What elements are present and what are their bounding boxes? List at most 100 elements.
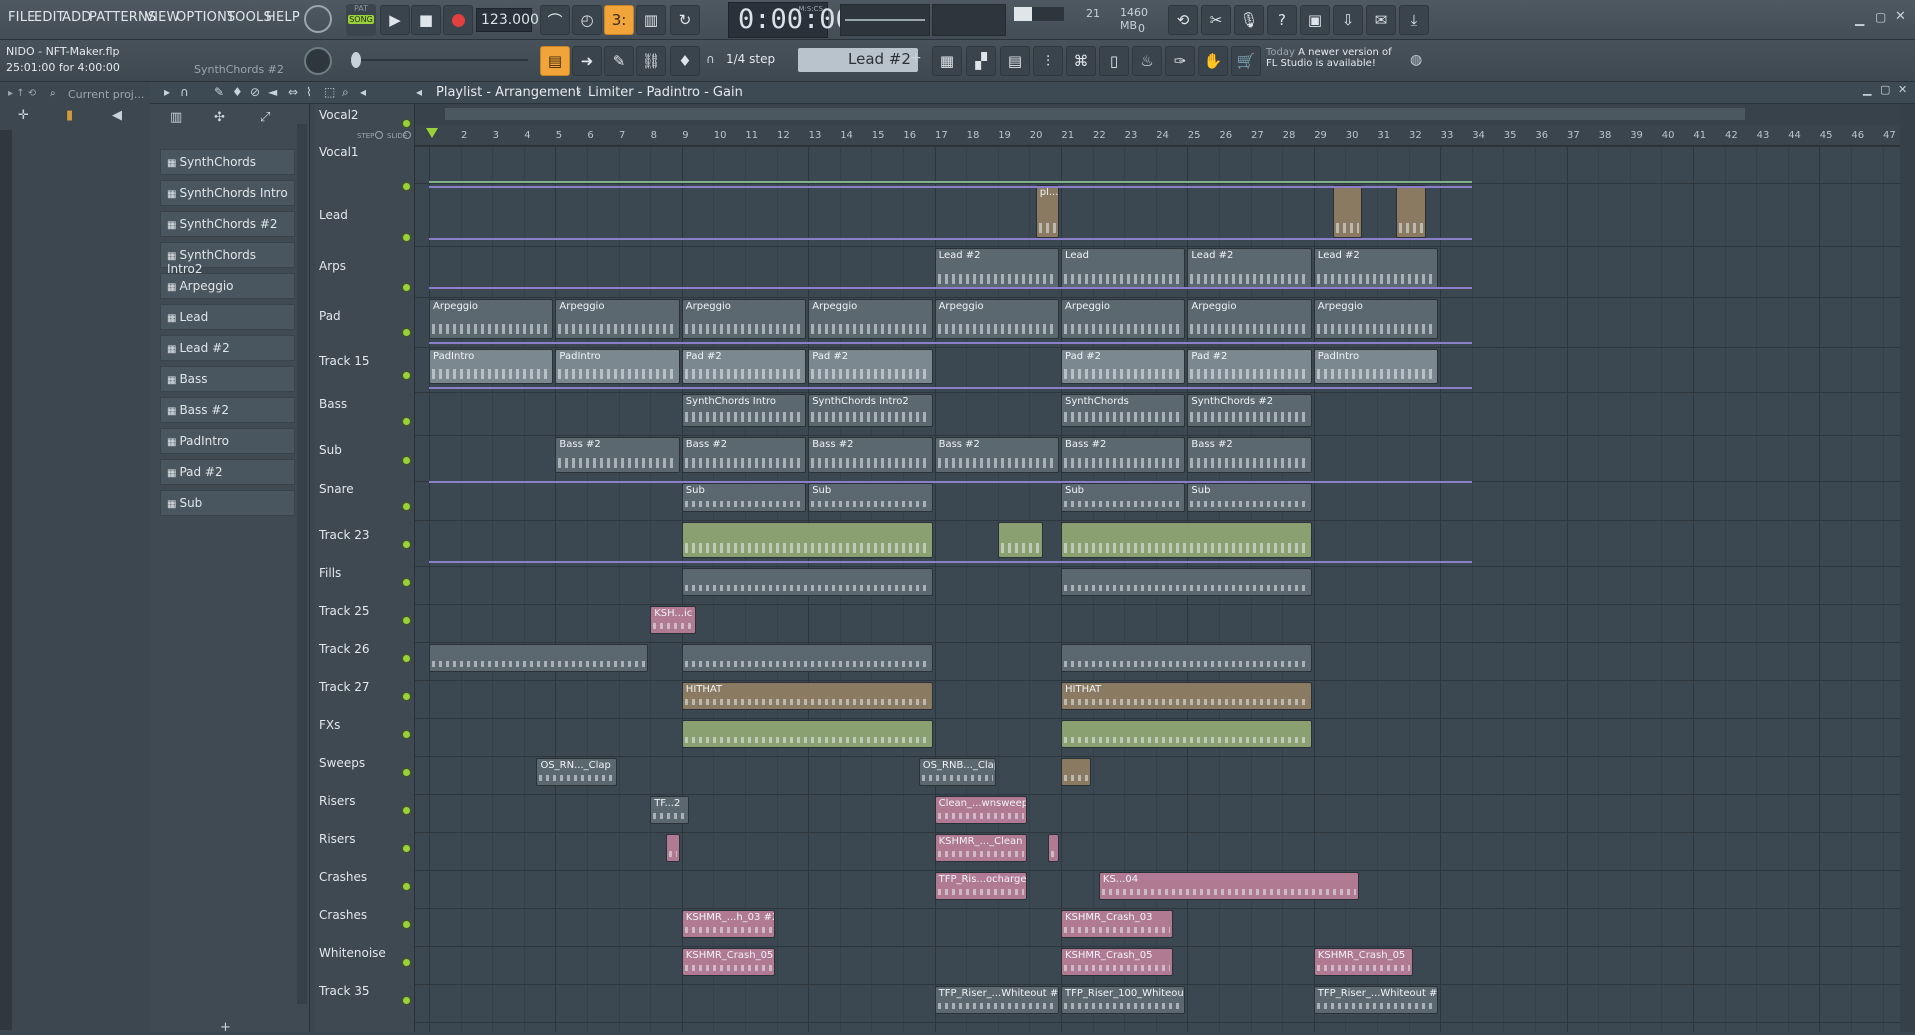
- track-mute-led[interactable]: [402, 730, 411, 739]
- step-seq-icon[interactable]: ▤: [1000, 46, 1030, 76]
- cut-icon[interactable]: ✂: [1201, 5, 1231, 35]
- track-mute-led[interactable]: [402, 119, 411, 128]
- track-mute-led[interactable]: [402, 996, 411, 1005]
- playlist-clip[interactable]: OS_RN..._Clap: [536, 758, 617, 786]
- track-name[interactable]: Sub: [319, 443, 342, 457]
- playlist-clip[interactable]: Bass #2: [808, 437, 933, 473]
- track-mute-led[interactable]: [402, 328, 411, 337]
- track-name[interactable]: Track 15: [319, 354, 369, 368]
- loop-record-icon[interactable]: ↻: [670, 5, 700, 35]
- pattern-item[interactable]: ▦ Bass #2: [160, 397, 295, 423]
- playlist-clip[interactable]: [1061, 758, 1091, 786]
- horizontal-scrollbar[interactable]: [445, 108, 1745, 120]
- pattern-selector[interactable]: Lead #2: [798, 48, 918, 72]
- draw-tool-icon[interactable]: ✎: [214, 85, 224, 99]
- playlist-clip[interactable]: Clean_...wnsweep: [934, 796, 1028, 824]
- track-name[interactable]: Bass: [319, 397, 347, 411]
- playlist-clip[interactable]: HITHAT: [681, 682, 933, 710]
- playlist-clip[interactable]: Arpeggio: [934, 299, 1059, 339]
- playlist-clip[interactable]: OS_RNB..._Clap: [918, 758, 996, 786]
- wait-record-icon[interactable]: ◴: [572, 5, 602, 35]
- playlist-clip[interactable]: Bass #2: [1187, 437, 1312, 473]
- playlist-clip[interactable]: SynthChords Intro2: [808, 394, 933, 427]
- playlist-clip[interactable]: SynthChords #2: [1187, 394, 1312, 427]
- track-name[interactable]: Crashes: [319, 870, 367, 884]
- playlist-clip[interactable]: KSHMR_..._Clean: [934, 834, 1028, 862]
- playlist-clip[interactable]: [1332, 185, 1363, 238]
- metronome-icon[interactable]: ⌒: [540, 5, 570, 35]
- playlist-clip[interactable]: Bass #2: [934, 437, 1059, 473]
- playlist-clip[interactable]: [1061, 522, 1312, 558]
- track-name[interactable]: Track 27: [319, 680, 369, 694]
- track-name[interactable]: Whitenoise: [319, 946, 386, 960]
- pattern-item[interactable]: ▦ Lead: [160, 304, 295, 330]
- playlist-maximize-icon[interactable]: ▢: [1880, 83, 1890, 96]
- track-name[interactable]: FXs: [319, 718, 340, 732]
- track-mute-led[interactable]: [402, 578, 411, 587]
- track-mute-led[interactable]: [402, 806, 411, 815]
- playlist-minimize-icon[interactable]: ▁: [1863, 83, 1871, 96]
- playlist-clip[interactable]: HITHAT: [1061, 682, 1312, 710]
- stop-button[interactable]: ■: [411, 5, 441, 35]
- pattern-item[interactable]: ▦ Lead #2: [160, 335, 295, 361]
- browser-icon[interactable]: ⌘: [1066, 46, 1096, 76]
- playlist-clip[interactable]: Bass #2: [555, 437, 680, 473]
- playhead-marker[interactable]: [426, 128, 438, 138]
- playlist-clip[interactable]: [1061, 568, 1312, 596]
- paint-tool-icon[interactable]: ♦: [232, 85, 243, 99]
- playlist-clip[interactable]: Lead #2: [1313, 248, 1439, 289]
- playlist-clip[interactable]: [666, 834, 680, 862]
- playlist-clip[interactable]: Sub: [808, 483, 933, 512]
- playlist-clip[interactable]: SynthChords Intro: [681, 394, 807, 427]
- playlist-clip[interactable]: [681, 568, 933, 596]
- pick-icon[interactable]: ✋: [1198, 46, 1228, 76]
- folder-icon[interactable]: ▮: [66, 108, 73, 123]
- main-volume-knob[interactable]: [304, 5, 332, 33]
- pattern-item[interactable]: ▦ PadIntro: [160, 428, 295, 454]
- picker-pattern-icon[interactable]: ▥: [170, 110, 182, 125]
- master-pitch-knob[interactable]: [304, 47, 332, 75]
- browser-add-icon[interactable]: ✛: [18, 108, 29, 123]
- playlist-clip[interactable]: TFP_Riser_...Whiteout #2: [1313, 986, 1439, 1014]
- render-icon[interactable]: ⇩: [1333, 5, 1363, 35]
- countdown-icon[interactable]: 3:: [604, 5, 634, 35]
- help-icon[interactable]: ?: [1267, 5, 1297, 35]
- time-display[interactable]: 0:00:00 M:S:CS: [728, 2, 852, 38]
- track-mute-led[interactable]: [402, 417, 411, 426]
- playlist-clip[interactable]: PadIntro: [1313, 349, 1439, 384]
- menu-file[interactable]: FILE: [8, 10, 36, 25]
- playlist-clip[interactable]: Lead: [1061, 248, 1186, 289]
- track-name[interactable]: Lead: [319, 208, 348, 222]
- minimize-icon[interactable]: ▁: [1855, 12, 1864, 26]
- playlist-clip[interactable]: KS...04: [1098, 872, 1360, 900]
- menu-help[interactable]: HELP: [266, 10, 300, 25]
- track-mute-led[interactable]: [402, 502, 411, 511]
- playlist-clip[interactable]: KSHMR_Crash_03: [1061, 910, 1173, 938]
- playlist-nav-icon[interactable]: ◂: [416, 85, 422, 99]
- track-mute-led[interactable]: [402, 692, 411, 701]
- menu-view[interactable]: VIEW: [145, 10, 180, 25]
- playlist-clip[interactable]: Arpeggio: [1187, 299, 1312, 339]
- touch-icon[interactable]: ♨: [1132, 46, 1162, 76]
- playlist-clip[interactable]: [1061, 644, 1312, 672]
- track-name[interactable]: Pad: [319, 309, 341, 323]
- track-mute-led[interactable]: [402, 283, 411, 292]
- picker-add-icon[interactable]: +: [220, 1020, 231, 1035]
- snap-select[interactable]: 1/4 step: [726, 52, 775, 66]
- menu-add[interactable]: ADD: [62, 10, 92, 25]
- track-name[interactable]: Track 25: [319, 604, 369, 618]
- playlist-clip[interactable]: Sub: [681, 483, 807, 512]
- track-mute-led[interactable]: [402, 768, 411, 777]
- track-name[interactable]: Sweeps: [319, 756, 365, 770]
- pattern-item[interactable]: ▦ SynthChords: [160, 149, 295, 175]
- playlist-menu-icon[interactable]: ▸: [164, 85, 170, 99]
- playlist-clip[interactable]: Pad #2: [1187, 349, 1312, 384]
- microphone-icon[interactable]: 🎙: [1234, 5, 1264, 35]
- speaker-icon[interactable]: ◀: [112, 108, 122, 123]
- track-mute-led[interactable]: [402, 920, 411, 929]
- playlist-icon[interactable]: ▤: [540, 46, 570, 76]
- playlist-close-icon[interactable]: ✕: [1898, 83, 1907, 96]
- playlist-clip[interactable]: Arpeggio: [681, 299, 807, 339]
- select-tool-icon[interactable]: ⬚: [324, 85, 335, 99]
- playlist-clip[interactable]: [1061, 720, 1312, 748]
